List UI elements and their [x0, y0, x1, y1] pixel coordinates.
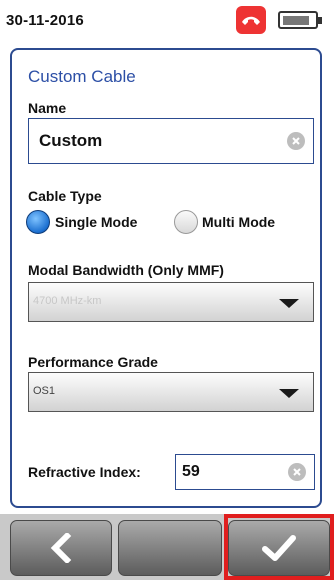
- blank-button[interactable]: [118, 520, 222, 576]
- battery-icon: [278, 11, 322, 29]
- refractive-index-value: 59: [182, 463, 200, 480]
- modal-bandwidth-dropdown: 4700 MHz-km: [28, 282, 314, 322]
- chevron-down-icon: [279, 389, 299, 398]
- custom-cable-panel: Custom Cable Name Custom Cable Type Sing…: [10, 48, 322, 508]
- back-button[interactable]: [10, 520, 112, 576]
- multi-mode-radio[interactable]: [174, 210, 198, 234]
- refractive-index-field[interactable]: 59: [175, 454, 315, 490]
- name-field[interactable]: Custom: [28, 118, 314, 164]
- bottom-toolbar: [0, 514, 334, 580]
- chevron-left-icon: [50, 533, 72, 563]
- single-mode-label: Single Mode: [55, 214, 138, 230]
- performance-grade-dropdown[interactable]: OS1: [28, 372, 314, 412]
- modal-bandwidth-label: Modal Bandwidth (Only MMF): [28, 262, 224, 278]
- performance-grade-label: Performance Grade: [28, 354, 158, 370]
- status-bar: 30-11-2016: [0, 0, 334, 40]
- multi-mode-label: Multi Mode: [202, 214, 276, 230]
- performance-grade-value: OS1: [33, 385, 56, 397]
- name-value: Custom: [39, 131, 103, 150]
- single-mode-radio[interactable]: [26, 210, 50, 234]
- name-label: Name: [28, 100, 67, 116]
- status-date: 30-11-2016: [6, 12, 84, 29]
- panel-title: Custom Cable: [28, 67, 136, 86]
- clear-icon[interactable]: [287, 132, 305, 150]
- phone-hangup-icon[interactable]: [236, 6, 266, 34]
- confirm-highlight: [224, 514, 334, 580]
- refractive-index-label: Refractive Index:: [28, 464, 141, 480]
- modal-bandwidth-value: 4700 MHz-km: [33, 295, 102, 307]
- clear-icon[interactable]: [288, 463, 306, 481]
- cable-type-label: Cable Type: [28, 188, 102, 204]
- chevron-down-icon: [279, 299, 299, 308]
